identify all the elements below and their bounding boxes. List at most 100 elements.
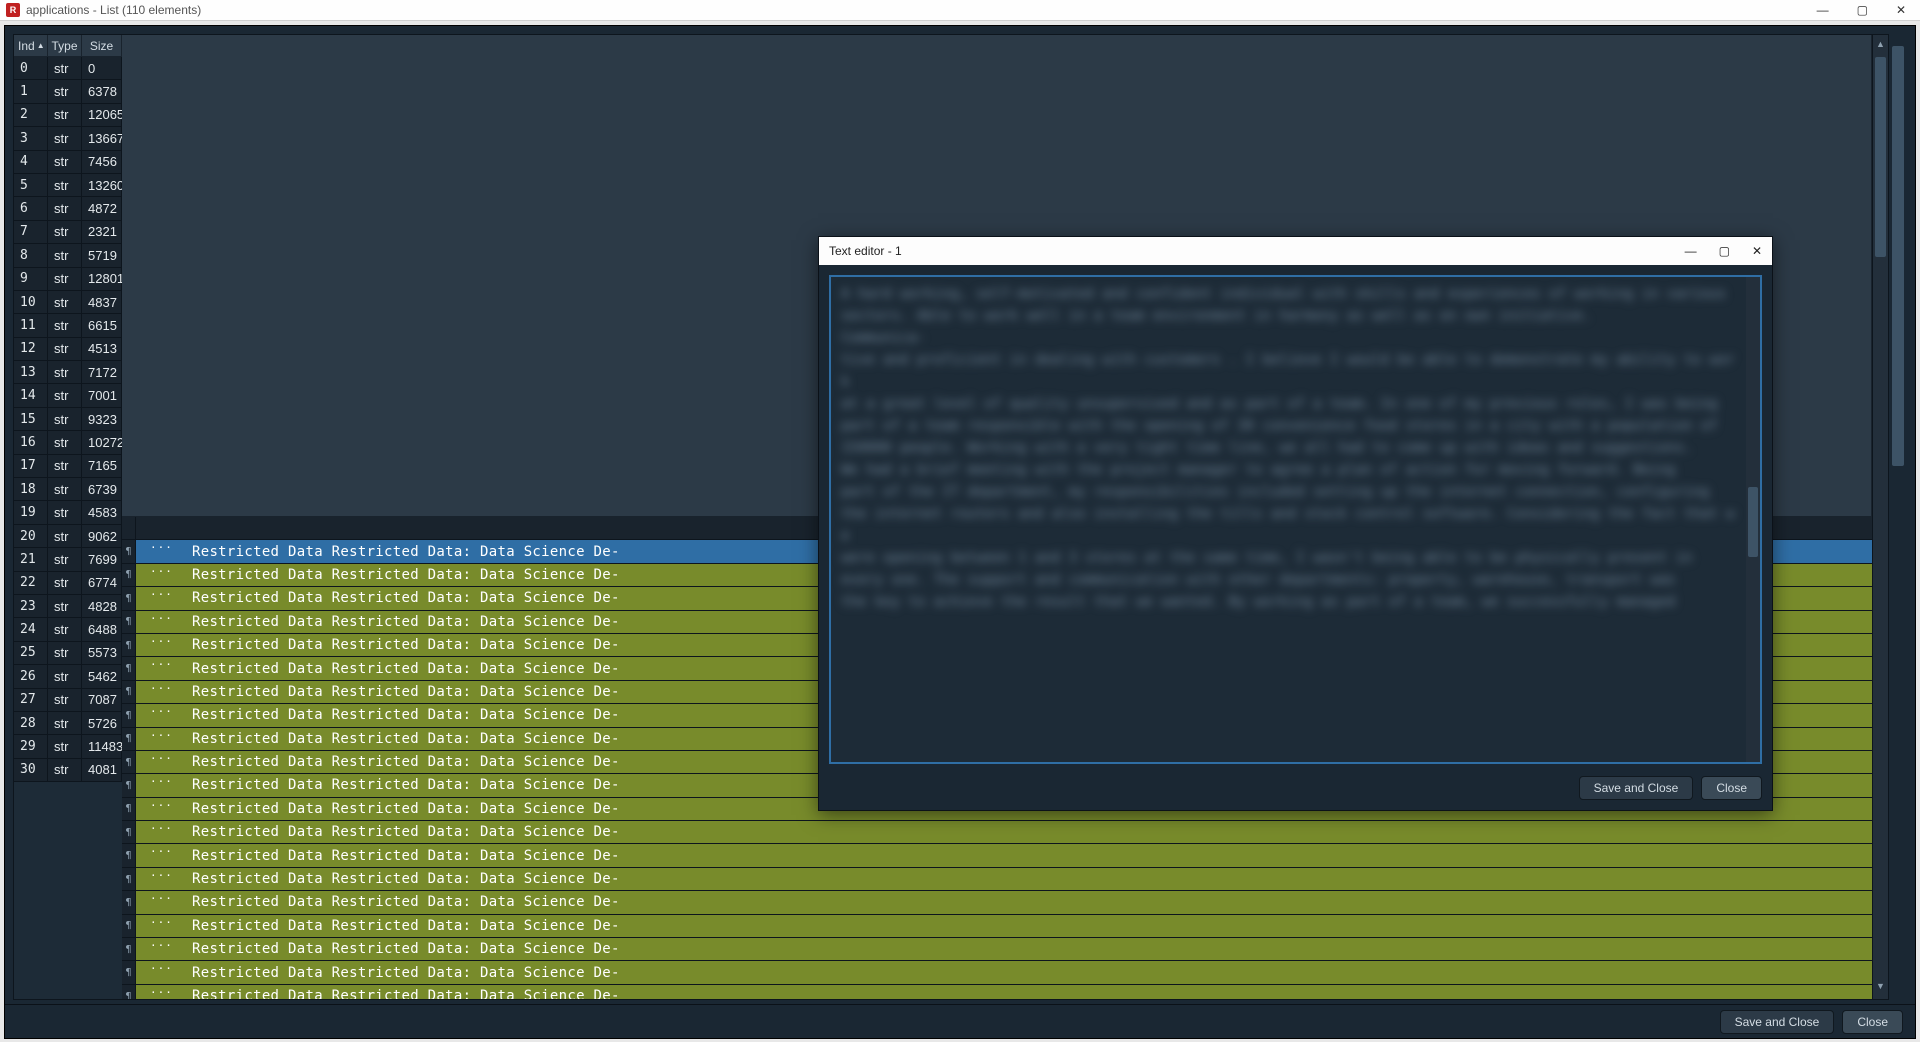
cell-size: 5573 bbox=[82, 642, 122, 665]
window-maximize-icon[interactable]: ▢ bbox=[1857, 3, 1868, 17]
table-row[interactable]: 26str5462 bbox=[14, 665, 122, 688]
value-text: Restricted Data Restricted Data: Data Sc… bbox=[136, 871, 620, 887]
dialog-save-and-close-button[interactable]: Save and Close bbox=[1579, 776, 1694, 800]
value-row[interactable]: ¶...Restricted Data Restricted Data: Dat… bbox=[122, 821, 1872, 844]
value-row[interactable]: ¶...Restricted Data Restricted Data: Dat… bbox=[122, 844, 1872, 867]
cell-type: str bbox=[48, 572, 82, 595]
table-row[interactable]: 13str7172 bbox=[14, 361, 122, 384]
value-row[interactable]: ¶...Restricted Data Restricted Data: Dat… bbox=[122, 868, 1872, 891]
value-row[interactable]: ¶...Restricted Data Restricted Data: Dat… bbox=[122, 985, 1872, 999]
table-row[interactable]: 15str9323 bbox=[14, 408, 122, 431]
cell-size: 9062 bbox=[82, 525, 122, 548]
table-row[interactable]: 25str5573 bbox=[14, 642, 122, 665]
value-text: Restricted Data Restricted Data: Data Sc… bbox=[136, 590, 620, 606]
row-gutter-icon: ¶ bbox=[122, 634, 136, 656]
table-row[interactable]: 7str2321 bbox=[14, 221, 122, 244]
table-row[interactable]: 29str11483 bbox=[14, 735, 122, 758]
table-row[interactable]: 17str7165 bbox=[14, 455, 122, 478]
scrollbar-down-icon[interactable]: ▼ bbox=[1873, 981, 1888, 995]
continuation-marker: ... bbox=[150, 983, 173, 996]
table-row[interactable]: 23str4828 bbox=[14, 595, 122, 618]
table-row[interactable]: 5str13260 bbox=[14, 174, 122, 197]
value-row[interactable]: ¶...Restricted Data Restricted Data: Dat… bbox=[122, 915, 1872, 938]
row-gutter-icon: ¶ bbox=[122, 844, 136, 866]
table-row[interactable]: 19str4583 bbox=[14, 501, 122, 524]
table-row[interactable]: 1str6378 bbox=[14, 80, 122, 103]
value-text: Restricted Data Restricted Data: Data Sc… bbox=[136, 824, 620, 840]
value-row[interactable]: ¶...Restricted Data Restricted Data: Dat… bbox=[122, 938, 1872, 961]
cell-index: 18 bbox=[14, 478, 48, 501]
table-row[interactable]: 14str7001 bbox=[14, 384, 122, 407]
column-header-type[interactable]: Type bbox=[48, 35, 82, 57]
table-vertical-scrollbar[interactable]: ▲ ▼ bbox=[1872, 35, 1888, 999]
cell-type: str bbox=[48, 80, 82, 103]
column-header-size[interactable]: Size bbox=[82, 35, 122, 57]
table-row[interactable]: 10str4837 bbox=[14, 291, 122, 314]
table-row[interactable]: 2str12065 bbox=[14, 104, 122, 127]
dialog-maximize-icon[interactable]: ▢ bbox=[1719, 244, 1730, 258]
cell-index: 11 bbox=[14, 314, 48, 337]
table-row[interactable]: 9str12801 bbox=[14, 268, 122, 291]
dialog-close-button[interactable]: Close bbox=[1701, 776, 1762, 800]
dialog-titlebar[interactable]: Text editor - 1 — ▢ ✕ bbox=[819, 237, 1772, 265]
dialog-vertical-scrollbar[interactable] bbox=[1746, 277, 1760, 762]
cell-size: 6774 bbox=[82, 572, 122, 595]
value-text: Restricted Data Restricted Data: Data Sc… bbox=[136, 567, 620, 583]
cell-size: 4081 bbox=[82, 759, 122, 782]
table-row[interactable]: 30str4081 bbox=[14, 759, 122, 782]
table-row[interactable]: 6str4872 bbox=[14, 197, 122, 220]
value-text: Restricted Data Restricted Data: Data Sc… bbox=[136, 894, 620, 910]
table-row[interactable]: 24str6488 bbox=[14, 618, 122, 641]
cell-index: 24 bbox=[14, 618, 48, 641]
cell-index: 26 bbox=[14, 665, 48, 688]
table-row[interactable]: 4str7456 bbox=[14, 151, 122, 174]
window-close-icon[interactable]: ✕ bbox=[1896, 3, 1906, 17]
cell-type: str bbox=[48, 689, 82, 712]
dialog-minimize-icon[interactable]: — bbox=[1685, 244, 1697, 258]
table-row[interactable]: 20str9062 bbox=[14, 525, 122, 548]
table-row[interactable]: 27str7087 bbox=[14, 689, 122, 712]
table-row[interactable]: 28str5726 bbox=[14, 712, 122, 735]
cell-size: 6488 bbox=[82, 618, 122, 641]
value-row[interactable]: ¶...Restricted Data Restricted Data: Dat… bbox=[122, 891, 1872, 914]
cell-size: 7456 bbox=[82, 151, 122, 174]
close-button[interactable]: Close bbox=[1842, 1010, 1903, 1034]
row-gutter-icon: ¶ bbox=[122, 540, 136, 562]
cell-type: str bbox=[48, 244, 82, 267]
save-and-close-button[interactable]: Save and Close bbox=[1720, 1010, 1835, 1034]
value-row[interactable]: ¶...Restricted Data Restricted Data: Dat… bbox=[122, 961, 1872, 984]
table-row[interactable]: 18str6739 bbox=[14, 478, 122, 501]
table-row[interactable]: 22str6774 bbox=[14, 572, 122, 595]
row-gutter-icon: ¶ bbox=[122, 564, 136, 586]
table-row[interactable]: 11str6615 bbox=[14, 314, 122, 337]
value-text: Restricted Data Restricted Data: Data Sc… bbox=[136, 918, 620, 934]
table-row[interactable]: 12str4513 bbox=[14, 338, 122, 361]
cell-index: 1 bbox=[14, 80, 48, 103]
cell-size: 7165 bbox=[82, 455, 122, 478]
cell-size: 13667 bbox=[82, 127, 122, 150]
scrollbar-thumb[interactable] bbox=[1875, 57, 1886, 257]
cell-size: 7001 bbox=[82, 384, 122, 407]
scrollbar-up-icon[interactable]: ▲ bbox=[1873, 39, 1888, 53]
table-row[interactable]: 8str5719 bbox=[14, 244, 122, 267]
outer-scrollbar-thumb[interactable] bbox=[1892, 46, 1904, 466]
cell-type: str bbox=[48, 57, 82, 80]
table-row[interactable]: 16str10272 bbox=[14, 431, 122, 454]
dialog-scrollbar-thumb[interactable] bbox=[1748, 487, 1758, 557]
table-row[interactable]: 0str0 bbox=[14, 57, 122, 80]
cell-size: 12065 bbox=[82, 104, 122, 127]
cell-type: str bbox=[48, 314, 82, 337]
cell-index: 28 bbox=[14, 712, 48, 735]
table-row[interactable]: 21str7699 bbox=[14, 548, 122, 571]
cell-size: 4513 bbox=[82, 338, 122, 361]
column-header-index[interactable]: Ind ▲ bbox=[14, 35, 48, 57]
dialog-text-area[interactable]: A hard working, self-motivated and confi… bbox=[829, 275, 1762, 764]
row-gutter-icon: ¶ bbox=[122, 821, 136, 843]
table-row[interactable]: 3str13667 bbox=[14, 127, 122, 150]
row-gutter-icon: ¶ bbox=[122, 961, 136, 983]
dialog-close-icon[interactable]: ✕ bbox=[1752, 244, 1762, 258]
cell-size: 5719 bbox=[82, 244, 122, 267]
window-titlebar: R applications - List (110 elements) — ▢… bbox=[0, 0, 1920, 21]
window-minimize-icon[interactable]: — bbox=[1817, 3, 1829, 17]
outer-vertical-scrollbar[interactable] bbox=[1889, 34, 1907, 1000]
